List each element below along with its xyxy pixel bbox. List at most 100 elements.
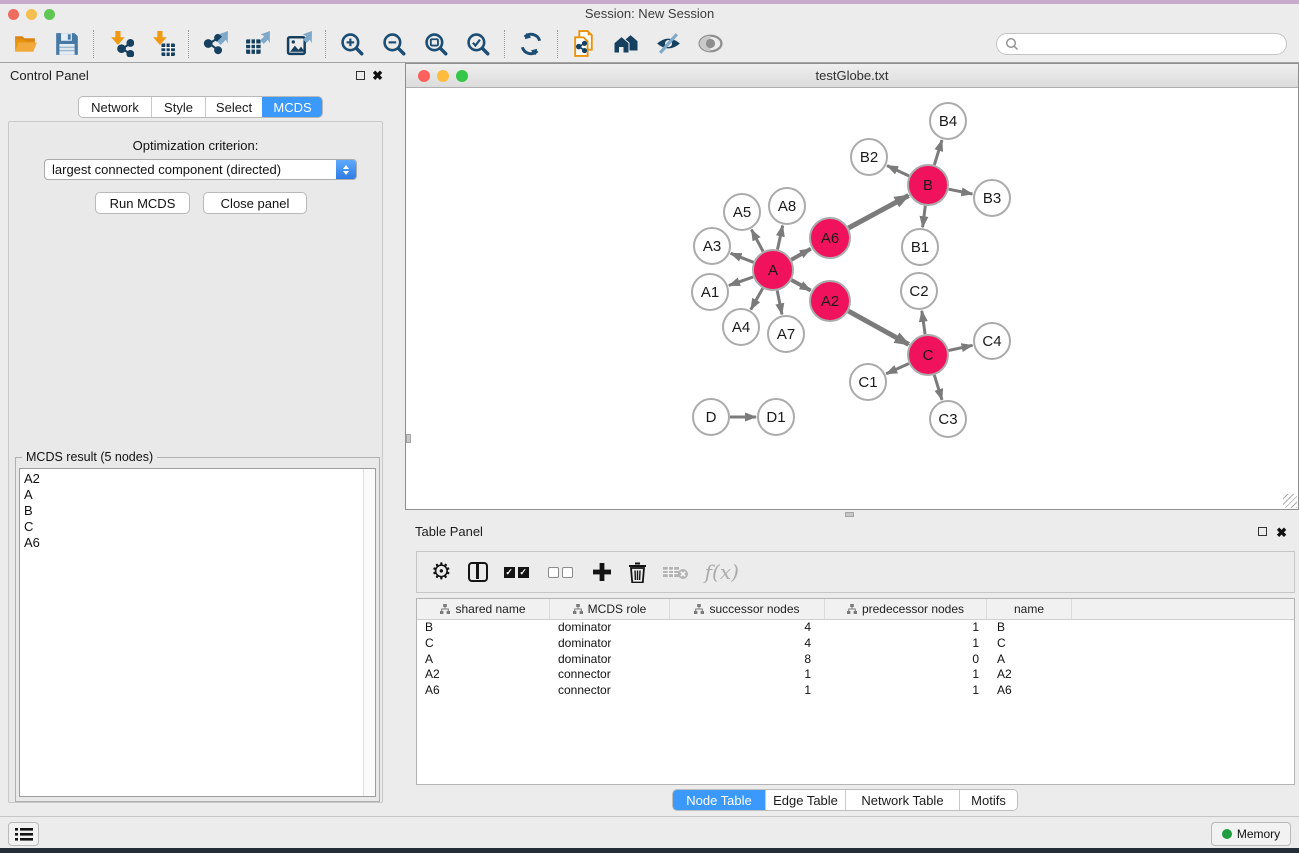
add-column-button[interactable] [592, 562, 612, 582]
export-table-button[interactable] [236, 27, 278, 61]
graph-node-label: C4 [982, 333, 1001, 350]
network-graph[interactable]: B4B2BB3A8A5A6A3B1AC2A1A2A4A7C4CC1C3DD1 [406, 88, 1298, 509]
graph-edge [886, 364, 909, 374]
delete-table-icon [663, 564, 689, 580]
zoom-out-button[interactable] [373, 27, 415, 61]
table-panel-tabs: Node Table Edge Table Network Table Moti… [672, 789, 1018, 811]
tab-network[interactable]: Network [79, 97, 151, 117]
result-list-item[interactable]: A6 [20, 535, 375, 551]
export-network-button[interactable] [194, 27, 236, 61]
zoom-in-button[interactable] [331, 27, 373, 61]
graph-node-label: B [923, 177, 933, 194]
desktop-background [0, 848, 1299, 853]
table-cell: connector [550, 667, 670, 683]
import-network-button[interactable] [99, 27, 141, 61]
tab-mcds[interactable]: MCDS [262, 97, 322, 117]
task-history-button[interactable] [8, 822, 39, 846]
hierarchy-icon [847, 604, 857, 614]
result-list-item[interactable]: A2 [20, 469, 375, 487]
table-row[interactable]: A2connector11A2 [417, 667, 1294, 683]
table-panel-title: Table Panel [415, 524, 483, 539]
open-session-button[interactable] [4, 27, 46, 61]
result-list-item[interactable]: A [20, 487, 375, 503]
vertical-scroll-nub[interactable] [406, 434, 411, 443]
table-cell: A [417, 652, 550, 668]
column-header-mcds-role[interactable]: MCDS role [550, 599, 670, 619]
result-list-item[interactable]: C [20, 519, 375, 535]
network-window-title: testGlobe.txt [406, 68, 1298, 83]
tab-network-table[interactable]: Network Table [845, 790, 959, 810]
graph-node-label: A1 [701, 284, 719, 301]
delete-table-button[interactable] [663, 564, 689, 580]
table-row[interactable]: Adominator80A [417, 652, 1294, 668]
table-row[interactable]: Bdominator41B [417, 620, 1294, 636]
function-builder-button[interactable]: f(x) [705, 560, 739, 584]
tab-edge-table[interactable]: Edge Table [765, 790, 845, 810]
tab-node-table[interactable]: Node Table [673, 790, 765, 810]
float-panel-icon[interactable] [356, 71, 365, 80]
table-cell: 1 [670, 683, 825, 699]
memory-button[interactable]: Memory [1211, 822, 1291, 846]
result-list-item[interactable]: B [20, 503, 375, 519]
tab-select[interactable]: Select [205, 97, 262, 117]
show-graphics-details-button[interactable] [689, 27, 731, 61]
zoom-selected-button[interactable] [457, 27, 499, 61]
graph-edge [731, 253, 754, 262]
column-header-shared-name[interactable]: shared name [417, 599, 550, 619]
float-panel-icon[interactable] [1258, 527, 1267, 536]
table-row[interactable]: Cdominator41C [417, 636, 1294, 652]
save-session-button[interactable] [46, 27, 88, 61]
graph-node-label: B4 [939, 113, 957, 130]
graph-edge [949, 189, 973, 194]
refresh-layout-button[interactable] [510, 27, 552, 61]
table-options-button[interactable]: ⚙ [431, 561, 452, 584]
open-session-icon [12, 30, 39, 57]
control-panel-tabs: Network Style Select MCDS [78, 96, 323, 118]
graph-node-label: B1 [911, 239, 929, 256]
graph-edge [729, 277, 753, 286]
column-label: successor nodes [709, 602, 799, 616]
resize-grip[interactable] [1283, 494, 1297, 508]
show-columns-button[interactable] [468, 562, 488, 582]
column-header-predecessor-nodes[interactable]: predecessor nodes [825, 599, 987, 619]
table-panel-header: Table Panel ✖ [405, 518, 1299, 546]
table-cell: 1 [825, 620, 987, 636]
select-all-button[interactable]: ✓ ✓ [504, 567, 532, 578]
tab-motifs[interactable]: Motifs [959, 790, 1017, 810]
delete-columns-button[interactable] [628, 562, 647, 583]
graph-node-label: A7 [777, 326, 795, 343]
graph-edge [949, 345, 973, 350]
close-panel-icon[interactable]: ✖ [372, 67, 383, 84]
run-mcds-button[interactable]: Run MCDS [95, 192, 190, 214]
delete-columns-trash-icon [628, 562, 647, 583]
import-table-button[interactable] [141, 27, 183, 61]
tab-style[interactable]: Style [151, 97, 205, 117]
network-window-titlebar[interactable]: testGlobe.txt [406, 64, 1298, 88]
criterion-dropdown[interactable]: largest connected component (directed) [44, 159, 357, 180]
close-panel-icon[interactable]: ✖ [1276, 524, 1287, 541]
network-copy-button[interactable] [563, 27, 605, 61]
network-canvas[interactable]: B4B2BB3A8A5A6A3B1AC2A1A2A4A7C4CC1C3DD1 [406, 88, 1298, 509]
export-image-button[interactable] [278, 27, 320, 61]
home-icon [612, 30, 640, 58]
column-header-successor-nodes[interactable]: successor nodes [670, 599, 825, 619]
table-toolbar: ⚙ ✓ ✓ [416, 551, 1295, 593]
zoom-selected-icon [465, 31, 491, 57]
checked-box-icon: ✓ [518, 567, 529, 578]
save-session-icon [54, 31, 80, 57]
hide-graphics-details-button[interactable] [647, 27, 689, 61]
table-cell: dominator [550, 636, 670, 652]
home-button[interactable] [605, 27, 647, 61]
scrollbar-track[interactable] [363, 469, 375, 796]
toolbar-separator [188, 30, 189, 58]
table-row[interactable]: A6connector11A6 [417, 683, 1294, 699]
zoom-fit-button[interactable] [415, 27, 457, 61]
column-header-name[interactable]: name [987, 599, 1072, 619]
search-input[interactable] [1023, 37, 1273, 51]
toolbar-separator [93, 30, 94, 58]
deselect-all-button[interactable] [548, 567, 576, 578]
horizontal-scroll-nub[interactable] [845, 512, 854, 517]
close-panel-button[interactable]: Close panel [203, 192, 307, 214]
column-label: name [1014, 602, 1044, 616]
graph-edge [934, 140, 942, 165]
